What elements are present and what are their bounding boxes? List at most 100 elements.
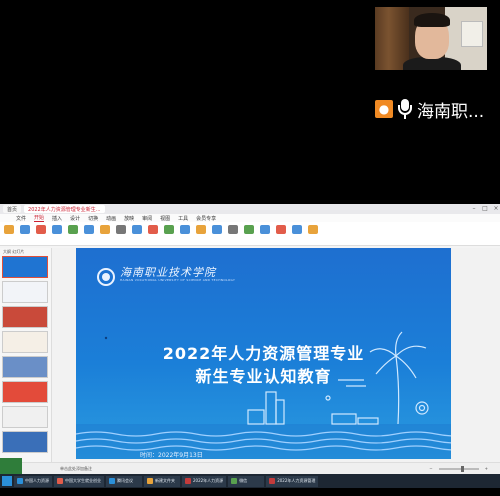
taskbar-app[interactable]: 中国人力资源 [14, 475, 52, 487]
app-icon [269, 478, 276, 484]
work-area: 大纲 幻灯片 海南职业技术学院 HAINAN VOCATIONAL UNIVER… [0, 248, 500, 462]
ribbon-button[interactable] [130, 224, 144, 243]
title-bar: 首页 2022年人力资源管理专业新生... – □ × [0, 204, 500, 214]
menu-item[interactable]: 视图 [160, 215, 170, 222]
zoom-knob[interactable] [460, 465, 464, 472]
presenter-name: 海南职... [417, 101, 485, 122]
ribbon-tool-icon [116, 224, 126, 234]
zoom-minus-icon[interactable]: − [429, 466, 432, 471]
ribbon-tool-icon [84, 224, 94, 234]
school-emblem [97, 268, 115, 286]
ribbon-tool-icon [212, 224, 222, 234]
app-icon [185, 478, 191, 484]
close-icon[interactable]: × [492, 205, 500, 213]
ribbon-button[interactable] [242, 224, 256, 243]
slide-thumbnail[interactable] [2, 331, 48, 353]
ribbon-button[interactable] [18, 224, 32, 243]
menu-item[interactable]: 放映 [124, 215, 134, 222]
ribbon-button[interactable] [34, 224, 48, 243]
ribbon-button[interactable] [98, 224, 112, 243]
presenter-label: ● 海南职... [375, 96, 484, 122]
taskbar-app-label: 新建文件夹 [155, 478, 175, 483]
menu-item[interactable]: 插入 [52, 215, 62, 222]
ribbon-tool-icon [308, 224, 318, 234]
app-icon [17, 478, 23, 484]
taskbar-app[interactable]: 腾讯会议 [106, 475, 142, 487]
app-icon [147, 478, 153, 484]
ribbon-tool-icon [36, 224, 46, 234]
menu-item[interactable]: 设计 [70, 215, 80, 222]
ribbon-button[interactable] [290, 224, 304, 243]
ribbon-tool-icon [292, 224, 302, 234]
slide-thumbnail[interactable] [2, 356, 48, 378]
overlay-badge [0, 458, 22, 474]
menu-item[interactable]: 会员专享 [196, 215, 216, 222]
slide-thumbnail[interactable] [2, 306, 48, 328]
taskbar-app[interactable]: 新建文件夹 [144, 475, 180, 487]
menu-item[interactable]: 切换 [88, 215, 98, 222]
ribbon-button[interactable] [82, 224, 96, 243]
ribbon-tool-icon [196, 224, 206, 234]
presentation-app-window: 首页 2022年人力资源管理专业新生... – □ × 文件 开始 插入 设计 切换 动画… [0, 204, 500, 474]
slide-canvas[interactable]: 海南职业技术学院 HAINAN VOCATIONAL UNIVERSITY OF… [76, 248, 451, 459]
ribbon-button[interactable] [50, 224, 64, 243]
ribbon-tool-icon [100, 224, 110, 234]
slide-title-line1: 2022年人力资源管理专业 [162, 344, 365, 363]
slide-thumbnail[interactable] [2, 406, 48, 428]
menu-item[interactable]: 文件 [16, 215, 26, 222]
ribbon-button[interactable] [162, 224, 176, 243]
ribbon-button[interactable] [2, 224, 16, 243]
taskbar-app-label: 中国人力资源 [25, 478, 49, 483]
ribbon-toolbar [0, 222, 500, 246]
ribbon-tool-icon [52, 224, 62, 234]
taskbar-app-label: 2022年人力资源管理 [277, 478, 316, 483]
taskbar-app[interactable]: 中国大学生就业创业 [54, 475, 104, 487]
taskbar-app[interactable]: 2022年人力资源管理 [266, 475, 319, 487]
taskbar-app-label: 微信 [239, 478, 248, 483]
windows-taskbar: 中国人力资源 中国大学生就业创业 腾讯会议 新建文件夹 2022年人力资源 微信 2022年… [0, 474, 500, 488]
presenter-video[interactable] [375, 7, 487, 70]
ribbon-button[interactable] [194, 224, 208, 243]
status-bar: 单击此处添加备注 − + [0, 462, 500, 474]
tab-home[interactable]: 首页 [3, 205, 22, 213]
minimize-icon[interactable]: – [470, 205, 478, 213]
menu-item[interactable]: 动画 [106, 215, 116, 222]
menu-item[interactable]: 审阅 [142, 215, 152, 222]
taskbar-app-label: 2022年人力资源 [193, 478, 224, 483]
slide-thumbnail[interactable] [2, 431, 48, 453]
zoom-slider[interactable] [438, 465, 479, 472]
slide-thumbnail[interactable] [2, 256, 48, 278]
thumbs-header: 大纲 幻灯片 [3, 249, 25, 254]
ribbon-button[interactable] [226, 224, 240, 243]
ribbon-tool-icon [164, 224, 174, 234]
ribbon-button[interactable] [274, 224, 288, 243]
ribbon-button[interactable] [146, 224, 160, 243]
slide-thumbnail[interactable] [2, 381, 48, 403]
school-english-name: HAINAN VOCATIONAL UNIVERSITY OF SCIENCE … [120, 278, 236, 282]
menu-bar: 文件 开始 插入 设计 切换 动画 放映 审阅 视图 工具 会员专享 [0, 214, 500, 222]
menu-item[interactable]: 工具 [178, 215, 188, 222]
taskbar-app[interactable]: 2022年人力资源 [182, 475, 227, 487]
slide-thumbnail[interactable] [2, 281, 48, 303]
tab-document[interactable]: 2022年人力资源管理专业新生... [24, 205, 105, 213]
ribbon-tool-icon [20, 224, 30, 234]
ribbon-button[interactable] [178, 224, 192, 243]
ribbon-button[interactable] [306, 224, 320, 243]
ribbon-tool-icon [4, 224, 14, 234]
ribbon-tool-icon [244, 224, 254, 234]
maximize-icon[interactable]: □ [481, 205, 489, 213]
ribbon-button[interactable] [114, 224, 128, 243]
presenter-hair [414, 13, 450, 27]
start-icon[interactable] [2, 476, 12, 486]
menu-item[interactable]: 开始 [34, 214, 45, 222]
slide-thumbnail-panel: 大纲 幻灯片 [0, 248, 52, 462]
ribbon-button[interactable] [210, 224, 224, 243]
notes-placeholder[interactable]: 单击此处添加备注 [60, 466, 92, 472]
microphone-icon[interactable] [397, 99, 413, 119]
ribbon-button[interactable] [66, 224, 80, 243]
zoom-plus-icon[interactable]: + [485, 466, 488, 471]
taskbar-app[interactable]: 微信 [228, 475, 265, 487]
ribbon-tool-icon [260, 224, 270, 234]
ribbon-button[interactable] [258, 224, 272, 243]
screen: ● 海南职... 首页 2022年人力资源管理专业新生... – □ × 文件 开… [0, 0, 500, 496]
